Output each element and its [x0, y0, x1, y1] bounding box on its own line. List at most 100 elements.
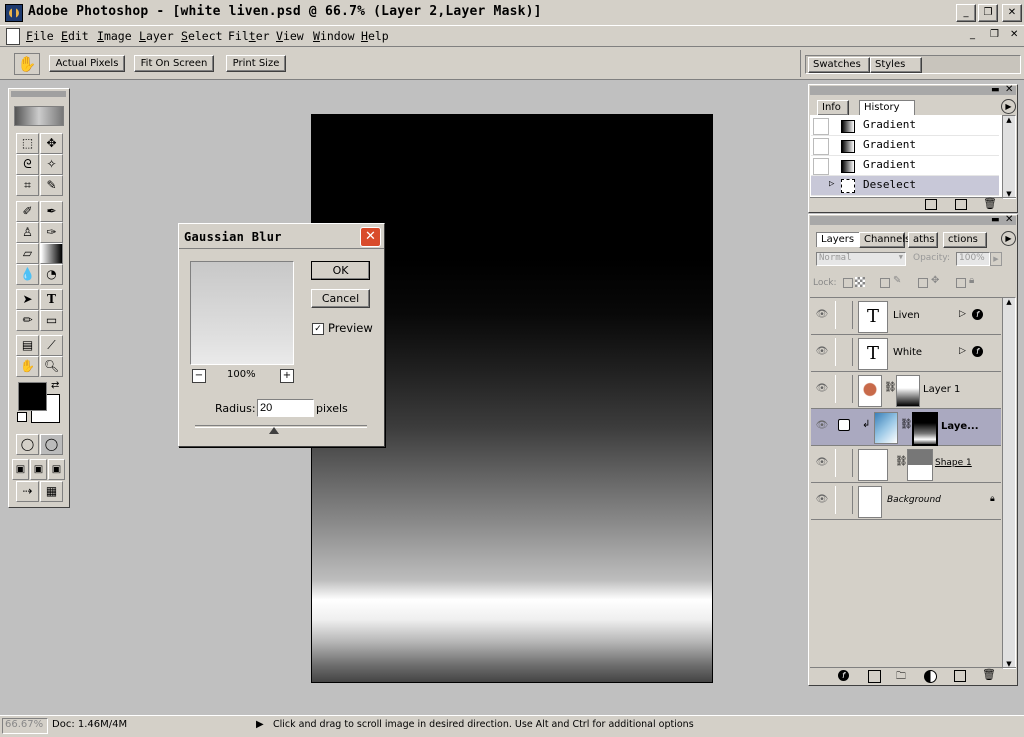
add-layer-style-icon[interactable]: f [838, 670, 849, 681]
eye-icon[interactable]: 👁 [813, 338, 831, 366]
radius-input[interactable] [257, 399, 314, 417]
history-palette-minimize-icon[interactable]: ▬ [991, 86, 1000, 95]
menu-help[interactable]: Help [361, 29, 389, 43]
eye-icon[interactable]: 👁 [813, 486, 831, 514]
standard-screen-mode-icon[interactable]: ▣ [12, 459, 29, 480]
chain-link-icon[interactable]: ⛓ [884, 382, 897, 393]
eyedropper-tool-icon[interactable]: ⟋ [40, 335, 63, 356]
print-size-button[interactable]: Print Size [226, 55, 286, 72]
layer-row-selected[interactable]: 👁 ↲ ⛓ Laye... [811, 409, 1001, 446]
blur-tool-icon[interactable]: 💧 [16, 264, 39, 285]
blur-preview-window[interactable] [190, 261, 294, 365]
layer-mask-thumbnail[interactable] [912, 412, 938, 446]
new-document-from-state-icon[interactable] [925, 199, 937, 210]
status-menu-arrow-icon[interactable]: ▶ [256, 719, 264, 730]
layer-name[interactable]: Layer 1 [923, 384, 960, 395]
full-screen-menu-mode-icon[interactable]: ▣ [30, 459, 47, 480]
tab-history[interactable]: History [859, 100, 915, 115]
tab-layers[interactable]: Layers [816, 232, 860, 247]
add-mask-icon[interactable] [868, 670, 881, 683]
history-brush-tool-icon[interactable]: ✑ [40, 222, 63, 243]
trash-icon[interactable]: 🗑 [982, 668, 996, 681]
expand-effects-icon[interactable]: ▷ [959, 309, 966, 319]
layer-row[interactable]: 👁 Background 🔒︎ [811, 483, 1001, 520]
tab-swatches[interactable]: Swatches [808, 57, 870, 73]
history-item-selected[interactable]: ▷ Deselect [811, 176, 999, 196]
new-snapshot-icon[interactable] [955, 199, 967, 210]
menu-view[interactable]: View [276, 29, 304, 43]
preview-checkbox[interactable]: ✓ [312, 323, 324, 335]
expand-effects-icon[interactable]: ▷ [959, 346, 966, 356]
chain-link-icon[interactable]: ⛓ [900, 419, 913, 430]
full-screen-mode-icon[interactable]: ▣ [48, 459, 65, 480]
dialog-close-button[interactable]: ✕ [360, 227, 381, 247]
lock-position-checkbox[interactable] [918, 278, 928, 288]
eraser-tool-icon[interactable]: ▱ [16, 243, 39, 264]
ok-button[interactable]: OK [311, 261, 370, 280]
new-adjustment-layer-icon[interactable] [924, 670, 937, 683]
eye-icon[interactable]: 👁 [813, 301, 831, 329]
menu-image[interactable]: Image [97, 29, 132, 43]
radius-slider-track[interactable] [195, 425, 367, 428]
preview-label[interactable]: Preview [328, 321, 373, 335]
imageready-icon[interactable]: ▦ [40, 481, 63, 502]
hand-tool-icon-toolbox[interactable]: ✋ [16, 356, 39, 377]
link-box[interactable] [835, 375, 853, 403]
history-snapshot-box[interactable] [813, 138, 829, 155]
zoom-tool-icon[interactable]: 🔍︎ [40, 356, 63, 377]
lock-transparency-checkbox[interactable] [843, 278, 853, 288]
lock-image-checkbox[interactable] [880, 278, 890, 288]
layer-row[interactable]: 👁 T White ▷ f [811, 335, 1001, 372]
tab-paths[interactable]: aths [908, 232, 938, 248]
tab-actions[interactable]: ctions [943, 232, 987, 248]
brush-tool-icon[interactable]: ✒ [40, 201, 63, 222]
slice-tool-icon[interactable]: ✎ [40, 175, 63, 196]
history-palette-title-bar[interactable] [810, 86, 1016, 95]
healing-brush-tool-icon[interactable]: ✐ [16, 201, 39, 222]
status-zoom-field[interactable]: 66.67% [2, 718, 48, 734]
history-menu-arrow-icon[interactable]: ▶ [1001, 99, 1016, 114]
vector-mask-thumbnail[interactable] [907, 449, 933, 481]
dodge-tool-icon[interactable]: ◔ [40, 264, 63, 285]
history-state-pointer-icon[interactable]: ▷ [829, 179, 834, 189]
chain-link-icon[interactable]: ⛓ [895, 456, 908, 467]
layer-name[interactable]: Laye... [941, 421, 979, 432]
layer-name[interactable]: Liven [893, 310, 920, 321]
zoom-out-button[interactable]: − [192, 369, 206, 383]
trash-icon[interactable]: 🗑 [983, 197, 997, 210]
move-tool-icon[interactable]: ✥ [40, 133, 63, 154]
fit-on-screen-button[interactable]: Fit On Screen [134, 55, 214, 72]
menu-file[interactable]: File [26, 29, 54, 43]
maximize-button[interactable]: ❐ [978, 4, 998, 22]
history-item[interactable]: Gradient [811, 116, 999, 136]
pen-tool-icon[interactable]: ✏ [16, 310, 39, 331]
menu-edit[interactable]: Edit [61, 29, 89, 43]
menu-layer[interactable]: Layer [139, 29, 174, 43]
gradient-tool-icon[interactable] [40, 243, 63, 264]
close-button[interactable]: ✕ [1002, 4, 1022, 22]
layer-effects-icon[interactable]: f [972, 346, 983, 357]
path-selection-tool-icon[interactable]: ➤ [16, 289, 39, 310]
mask-active-icon[interactable] [838, 419, 850, 431]
history-scrollbar[interactable]: ▲ ▼ [1002, 115, 1016, 199]
layer-effects-icon[interactable]: f [972, 309, 983, 320]
new-layer-icon[interactable] [954, 670, 966, 682]
history-item[interactable]: Gradient [811, 136, 999, 156]
history-palette-close-icon[interactable]: ✕ [1005, 85, 1013, 95]
crop-tool-icon[interactable]: ⌗ [16, 175, 39, 196]
layer-row[interactable]: 👁 ⛓ Layer 1 [811, 372, 1001, 409]
zoom-in-button[interactable]: + [280, 369, 294, 383]
layers-palette-minimize-icon[interactable]: ▬ [991, 216, 1000, 225]
layers-menu-arrow-icon[interactable]: ▶ [1001, 231, 1016, 246]
rectangle-tool-icon[interactable]: ▭ [40, 310, 63, 331]
opacity-input[interactable]: 100% [956, 252, 990, 266]
cancel-button[interactable]: Cancel [311, 289, 370, 308]
layers-palette-close-icon[interactable]: ✕ [1005, 215, 1013, 225]
chevron-down-icon[interactable]: ▼ [899, 253, 903, 261]
toolbox-title-bar[interactable] [11, 91, 66, 97]
tab-channels[interactable]: Channels [859, 232, 910, 248]
blend-mode-select[interactable]: Normal ▼ [816, 252, 906, 266]
swap-colors-icon[interactable]: ⇄ [51, 380, 59, 391]
tab-styles[interactable]: Styles [870, 57, 922, 73]
magic-wand-tool-icon[interactable]: ✧ [40, 154, 63, 175]
